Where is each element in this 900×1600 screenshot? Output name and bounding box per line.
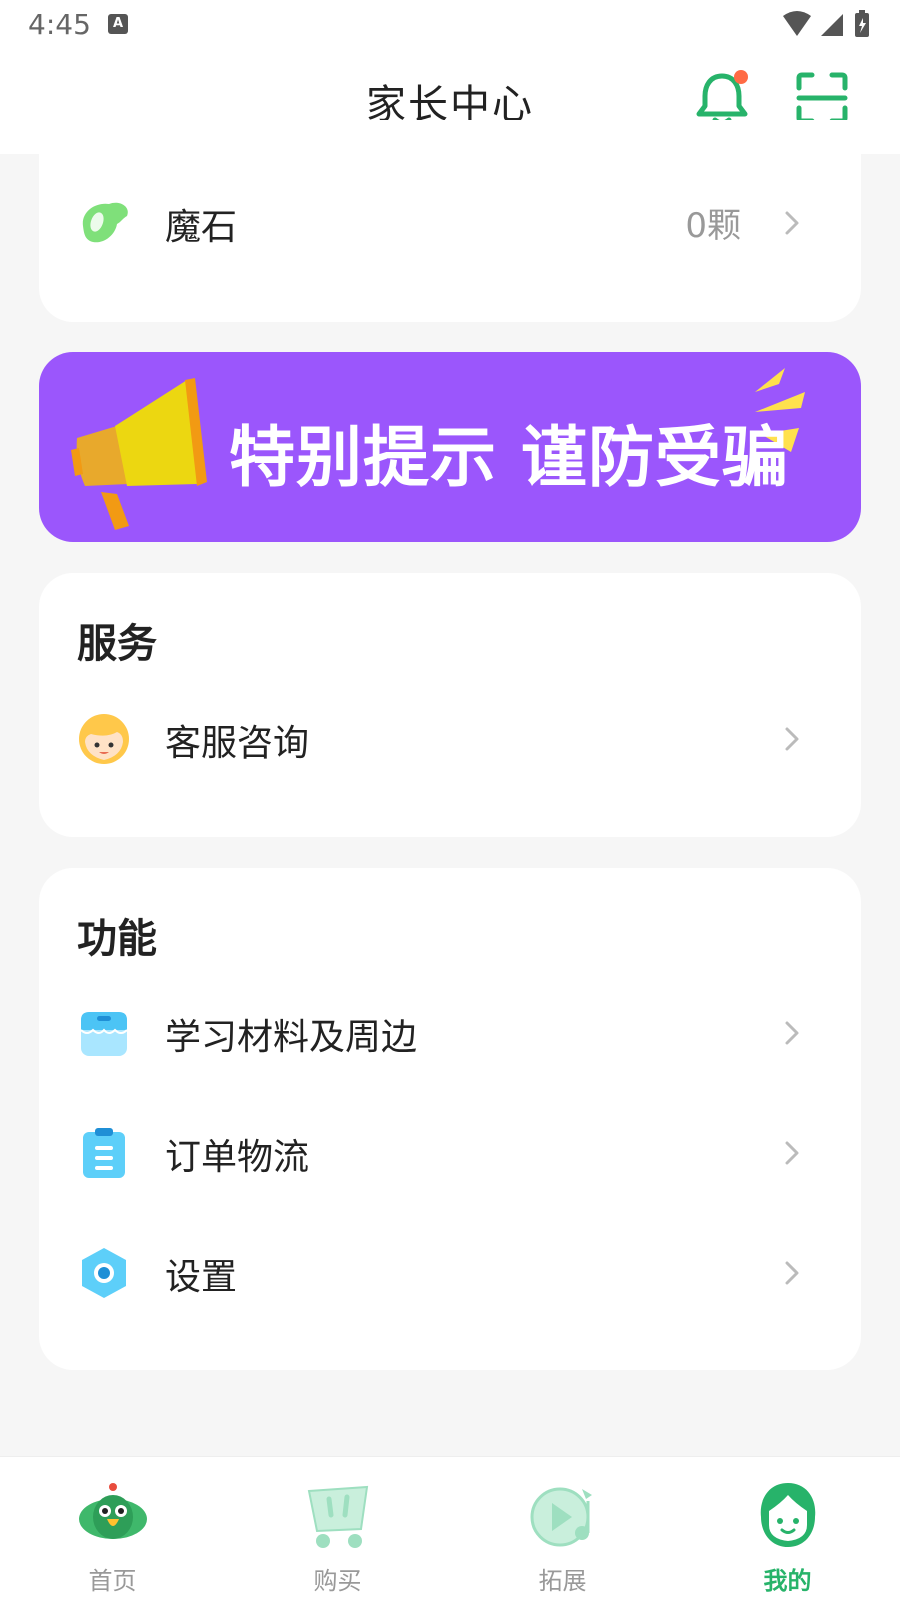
- magic-stone-icon: [82, 202, 128, 243]
- tab-expand-label: 拓展: [538, 1567, 587, 1595]
- settings-row[interactable]: 设置: [39, 1232, 861, 1312]
- order-logistics-label: 订单物流: [165, 1137, 310, 1178]
- chevron-right-icon: [785, 1141, 799, 1165]
- functions-section-title: 功能: [77, 916, 157, 962]
- chevron-right-icon: [785, 1261, 799, 1285]
- customer-service-row[interactable]: 客服咨询: [39, 698, 861, 778]
- profile-icon: [760, 1483, 816, 1547]
- anti-fraud-banner[interactable]: 特别提示 谨防受骗: [39, 352, 861, 542]
- cart-icon: [307, 1485, 369, 1548]
- tab-buy[interactable]: 购买: [225, 1457, 450, 1600]
- signal-icon: [821, 14, 843, 36]
- learning-materials-label: 学习材料及周边: [165, 1017, 418, 1058]
- tab-mine[interactable]: 我的: [675, 1457, 900, 1600]
- parrot-home-icon: [79, 1483, 147, 1539]
- notification-dot: [734, 70, 748, 84]
- store-icon: [80, 1012, 128, 1056]
- functions-card: 功能 学习材料及周边 订单物流 设置: [39, 868, 861, 1370]
- chevron-right-icon: [785, 211, 799, 235]
- status-icons: [783, 10, 869, 37]
- magic-stone-label: 魔石: [165, 207, 238, 248]
- clipboard-icon: [83, 1128, 125, 1178]
- settings-label: 设置: [165, 1257, 238, 1298]
- battery-icon: [855, 10, 869, 37]
- tab-buy-label: 购买: [313, 1567, 362, 1595]
- settings-hexagon-icon: [82, 1248, 126, 1298]
- bottom-tab-bar: 首页 购买 拓展 我的: [0, 1456, 900, 1600]
- scan-icon[interactable]: [796, 72, 848, 124]
- customer-service-label: 客服咨询: [165, 723, 310, 764]
- notification-a-icon: A: [108, 14, 128, 34]
- order-logistics-row[interactable]: 订单物流: [39, 1112, 861, 1192]
- status-bar: 4:45 A: [0, 0, 900, 50]
- customer-service-avatar-icon: [79, 714, 129, 764]
- magic-stone-row[interactable]: 魔石 0颗: [39, 182, 861, 262]
- tab-mine-label: 我的: [763, 1567, 812, 1595]
- megaphone-icon: [71, 378, 207, 530]
- chevron-right-icon: [785, 1021, 799, 1045]
- play-music-icon: [530, 1487, 592, 1547]
- learning-materials-row[interactable]: 学习材料及周边: [39, 992, 861, 1072]
- tab-home-label: 首页: [88, 1567, 137, 1595]
- service-card: 服务 客服咨询: [39, 573, 861, 837]
- status-time: 4:45: [28, 8, 91, 41]
- chevron-right-icon: [785, 727, 799, 751]
- magic-stone-card: 魔石 0颗: [39, 120, 861, 322]
- service-section-title: 服务: [77, 621, 157, 667]
- tab-expand[interactable]: 拓展: [450, 1457, 675, 1600]
- banner-text: 特别提示 谨防受骗: [229, 419, 789, 496]
- magic-stone-count: 0颗: [685, 206, 741, 246]
- wifi-icon: [783, 11, 811, 36]
- tab-home[interactable]: 首页: [0, 1457, 225, 1600]
